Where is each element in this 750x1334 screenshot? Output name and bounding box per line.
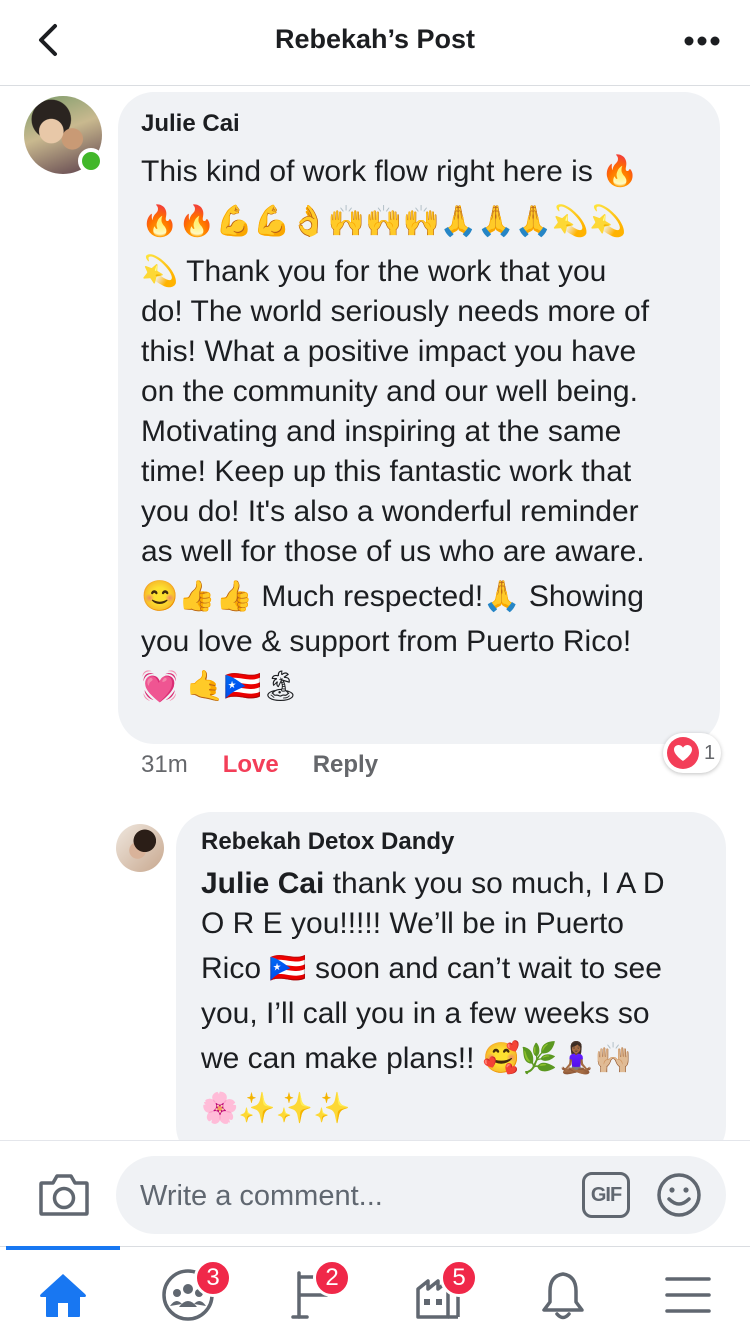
reply-bubble[interactable]: Rebekah Detox Dandy Julie Cai thank you … [176, 812, 726, 1162]
notification-badge: 5 [440, 1259, 478, 1297]
reaction-summary[interactable]: 1 [663, 733, 721, 773]
gif-label: GIF [590, 1183, 622, 1206]
reaction-count: 1 [704, 741, 716, 764]
reply-line: O R E you!!!!! We’ll be in Puerto [201, 907, 624, 940]
home-icon [40, 1274, 86, 1317]
nav-groups[interactable]: 3 [158, 1259, 232, 1323]
avatar[interactable] [116, 824, 164, 872]
bell-icon [542, 1272, 584, 1320]
nav-marketplace[interactable]: 5 [408, 1259, 478, 1323]
comment-line: as well for those of us who are aware. [141, 535, 645, 568]
camera-button[interactable] [38, 1171, 90, 1217]
gif-button[interactable]: GIF [582, 1172, 630, 1218]
comment-line: 😊👍👍 Much respected!🙏 Showing [141, 580, 644, 613]
reply-button[interactable]: Reply [313, 751, 378, 779]
reply-line: we can make plans!! 🥰🌿🧘🏾‍♀️🙌🏼 [201, 1042, 633, 1075]
comment-line: time! Keep up this fantastic work that [141, 455, 632, 488]
reply-line-text: thank you so much, I A D [324, 867, 665, 900]
reply-text: Julie Cai thank you so much, I A D O R E… [201, 864, 706, 1134]
notification-badge: 2 [313, 1259, 351, 1297]
reply-author[interactable]: Rebekah Detox Dandy [201, 828, 706, 856]
comment-line: 🔥🔥💪💪👌🙌🙌🙌🙏🙏🙏💫💫 [141, 205, 627, 238]
notification-badge: 3 [194, 1259, 232, 1297]
sticker-button[interactable] [656, 1172, 702, 1218]
comment-timestamp[interactable]: 31m [141, 751, 188, 779]
active-tab-indicator [6, 1246, 120, 1250]
online-status-icon [78, 148, 104, 174]
reply-line: you, I’ll call you in a few weeks so [201, 997, 650, 1030]
comment-line: do! The world seriously needs more of [141, 295, 650, 328]
more-icon [684, 36, 720, 46]
menu-icon [665, 1277, 711, 1313]
post-header: Rebekah’s Post [0, 0, 750, 86]
smiley-icon [657, 1173, 701, 1217]
more-options-button[interactable] [682, 24, 722, 58]
comment-line: you love & support from Puerto Rico! [141, 625, 632, 658]
reply-line: 🌸✨✨✨ [201, 1092, 351, 1125]
comment-line: you do! It's also a wonderful reminder [141, 495, 639, 528]
nav-home[interactable] [33, 1267, 93, 1323]
camera-icon [39, 1174, 89, 1216]
comment-line: 💓 🤙🇵🇷🏝 [141, 670, 300, 703]
comment-line: 💫 Thank you for the work that you [141, 255, 607, 288]
comment-box: GIF [116, 1156, 726, 1234]
reply-line: Rico 🇵🇷 soon and can’t wait to see [201, 952, 662, 985]
nav-pages[interactable]: 2 [283, 1259, 351, 1323]
page-title: Rebekah’s Post [274, 24, 476, 54]
comment-author[interactable]: Julie Cai [141, 110, 696, 138]
comment-bubble[interactable]: Julie Cai This kind of work flow right h… [118, 92, 720, 744]
comment-input[interactable] [140, 1176, 560, 1216]
comment-composer: GIF [0, 1140, 750, 1246]
comment-line: Motivating and inspiring at the same [141, 415, 622, 448]
love-button[interactable]: Love [223, 751, 279, 779]
comment-line: on the community and our well being. [141, 375, 638, 408]
nav-notifications[interactable] [533, 1267, 593, 1323]
reply-line: Julie Cai thank you so much, I A D [201, 864, 706, 904]
mention-link[interactable]: Julie Cai [201, 867, 324, 900]
comment-line: This kind of work flow right here is 🔥 [141, 155, 639, 188]
comment-line: this! What a positive impact you have [141, 335, 637, 368]
love-reaction-icon [667, 737, 699, 769]
comment-actions: 31m Love Reply [141, 750, 378, 780]
nav-menu[interactable] [658, 1267, 718, 1323]
comment-text: This kind of work flow right here is 🔥 🔥… [141, 152, 696, 712]
bottom-nav: 3 2 5 [0, 1246, 750, 1334]
